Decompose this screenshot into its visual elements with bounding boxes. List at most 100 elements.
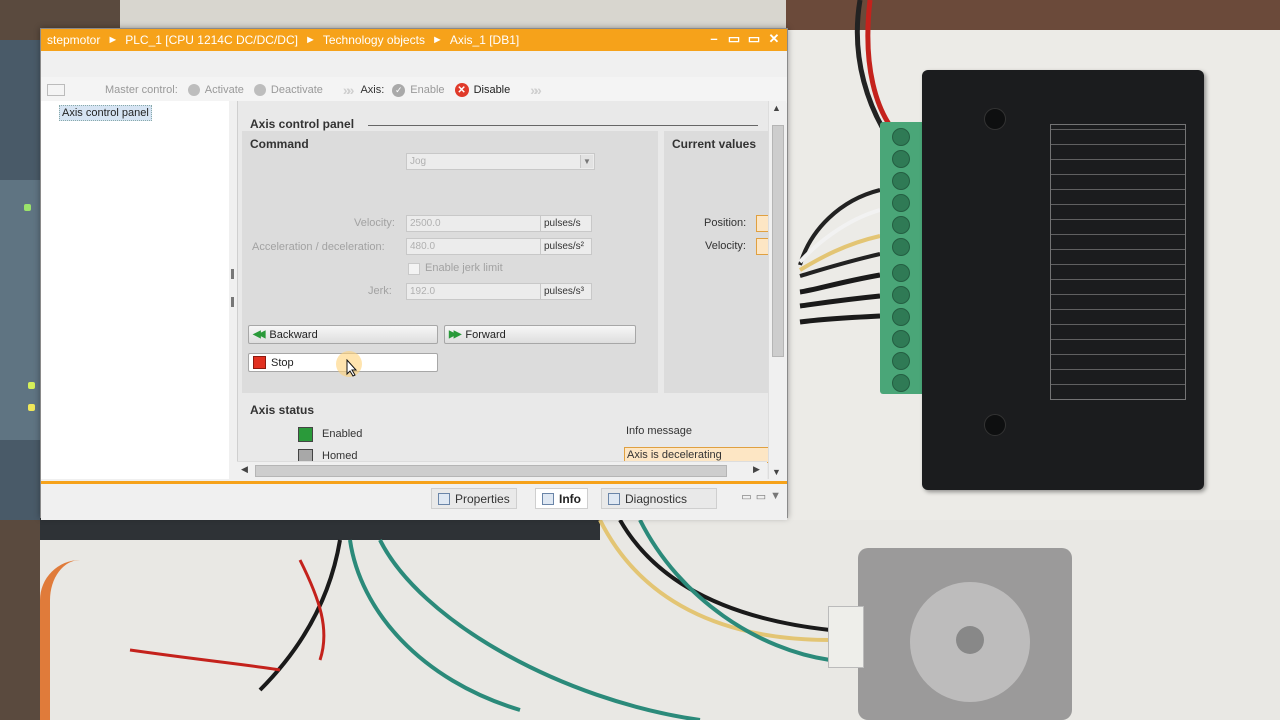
horizontal-scrollbar[interactable]: ◀ ▶ (237, 461, 767, 479)
command-dropdown[interactable]: Jog ▼ (406, 153, 595, 170)
terminal-screw (892, 172, 910, 190)
window-titlebar: stepmotor ► PLC_1 [CPU 1214C DC/DC/DC] ►… (41, 29, 787, 51)
driver-screw (984, 108, 1006, 130)
terminal-screw (892, 352, 910, 370)
disable-label: Disable (473, 84, 511, 96)
terminal-screw (892, 286, 910, 304)
enabled-label: Enabled (322, 428, 363, 440)
terminal-screw (892, 216, 910, 234)
current-values-section: Current values Position: Velocity: (664, 131, 768, 393)
driver-screw (984, 414, 1006, 436)
jerk-input[interactable]: 192.0 (406, 283, 541, 300)
acceleration-label: Acceleration / deceleration: (252, 241, 385, 253)
deactivate-label: Deactivate (270, 84, 323, 96)
tab-diagnostics[interactable]: Diagnostics (601, 488, 717, 509)
panel-float-icon[interactable]: ▭ (741, 490, 751, 503)
maximize-icon[interactable]: ▭ (747, 31, 761, 47)
breadcrumb-axis[interactable]: Axis_1 [DB1] (450, 33, 519, 47)
info-message-label: Info message (626, 425, 693, 437)
restore-icon[interactable]: ▭ (727, 31, 741, 47)
current-velocity-label: Velocity: (705, 240, 746, 252)
stepper-motor (858, 548, 1072, 720)
left-navigation: Axis control panel (41, 101, 230, 479)
nav-item-axis-control-panel[interactable]: Axis control panel (59, 105, 152, 121)
tab-info-label: Info (559, 491, 581, 506)
panel-title-rule (368, 125, 758, 126)
acceleration-unit: pulses/s² (540, 238, 592, 255)
tab-info[interactable]: Info (535, 488, 588, 509)
enable-button[interactable]: ✓ Enable (392, 83, 445, 97)
velocity-value-field (756, 238, 768, 255)
enable-jerk-checkbox[interactable] (408, 263, 420, 275)
axis-control-panel: Axis control panel Command Jog ▼ Velocit… (238, 101, 768, 479)
chevron-down-icon[interactable]: ▼ (580, 155, 593, 168)
motor-connector (828, 606, 864, 668)
enabled-indicator (298, 427, 313, 442)
velocity-input[interactable]: 2500.0 (406, 215, 541, 232)
stop-label: Stop (271, 356, 294, 369)
breadcrumb-separator-icon: ► (304, 34, 316, 46)
enable-jerk-label: Enable jerk limit (425, 262, 503, 274)
chevron-down-icon[interactable]: ▼ (770, 490, 781, 503)
current-values-heading: Current values (672, 137, 757, 151)
jerk-label: Jerk: (368, 285, 392, 297)
panel-restore-icon[interactable]: ▭ (756, 490, 766, 503)
stop-square-icon (253, 356, 266, 369)
inspector-tabbar: Properties Info Diagnostics ▭ ▭ ▼ (41, 481, 787, 520)
axis-status-heading: Axis status (250, 403, 315, 417)
splitter-grip-icon (231, 297, 234, 307)
scroll-down-icon[interactable]: ▼ (772, 467, 781, 477)
disable-button[interactable]: ✕ Disable (454, 83, 511, 97)
properties-icon (438, 492, 450, 505)
chevron-separator-icon: »» (530, 82, 541, 98)
deactivate-button[interactable]: Deactivate (253, 84, 323, 96)
forward-button[interactable]: ▶▶ Forward (444, 325, 636, 344)
enable-label: Enable (410, 84, 445, 96)
terminal-screw (892, 264, 910, 282)
disable-x-icon: ✕ (454, 83, 469, 97)
close-icon[interactable]: ✕ (767, 31, 781, 47)
horizontal-scroll-thumb[interactable] (255, 465, 727, 477)
scroll-right-icon[interactable]: ▶ (753, 464, 760, 475)
hand-icon (187, 84, 200, 96)
rewind-icon: ◀◀ (253, 329, 266, 340)
scroll-left-icon[interactable]: ◀ (241, 464, 248, 475)
terminal-screw (892, 128, 910, 146)
vertical-scrollbar[interactable]: ▲ ▼ (768, 101, 786, 479)
command-dropdown-value: Jog (410, 156, 427, 167)
panel-title: Axis control panel (250, 117, 355, 131)
info-icon (542, 492, 554, 505)
fast-forward-icon: ▶▶ (449, 329, 462, 340)
position-value-field (756, 215, 768, 232)
terminal-screw (892, 330, 910, 348)
hand-off-icon (253, 84, 266, 96)
backward-button[interactable]: ◀◀ Backward (248, 325, 438, 344)
driver-dip-table (1050, 124, 1186, 400)
activate-label: Activate (204, 84, 244, 96)
pane-splitter[interactable] (229, 101, 238, 479)
jerk-unit: pulses/s³ (540, 283, 592, 300)
breadcrumb-technology-objects[interactable]: Technology objects (323, 33, 425, 47)
vertical-scroll-thumb[interactable] (772, 125, 784, 357)
activate-button[interactable]: Activate (187, 84, 244, 96)
tab-properties-label: Properties (455, 491, 510, 506)
terminal-screw (892, 374, 910, 392)
breadcrumb-separator-icon: ► (107, 34, 119, 46)
position-label: Position: (704, 217, 747, 229)
backward-label: Backward (269, 328, 318, 341)
acceleration-input[interactable]: 480.0 (406, 238, 541, 255)
splitter-grip-icon (231, 269, 234, 279)
velocity-label: Velocity: (354, 217, 395, 229)
motor-shaft (956, 626, 984, 654)
scroll-up-icon[interactable]: ▲ (772, 103, 781, 113)
velocity-unit: pulses/s (540, 215, 592, 232)
axis-control-window: stepmotor ► PLC_1 [CPU 1214C DC/DC/DC] ►… (40, 28, 788, 520)
diagnostics-icon (608, 492, 620, 505)
minimize-icon[interactable]: – (707, 31, 721, 47)
forward-label: Forward (465, 328, 506, 341)
breadcrumb-plc[interactable]: PLC_1 [CPU 1214C DC/DC/DC] (125, 33, 298, 47)
chevron-separator-icon: »» (342, 82, 354, 98)
terminal-screw (892, 238, 910, 256)
tab-properties[interactable]: Properties (431, 488, 517, 509)
breadcrumb-project[interactable]: stepmotor (47, 33, 100, 47)
